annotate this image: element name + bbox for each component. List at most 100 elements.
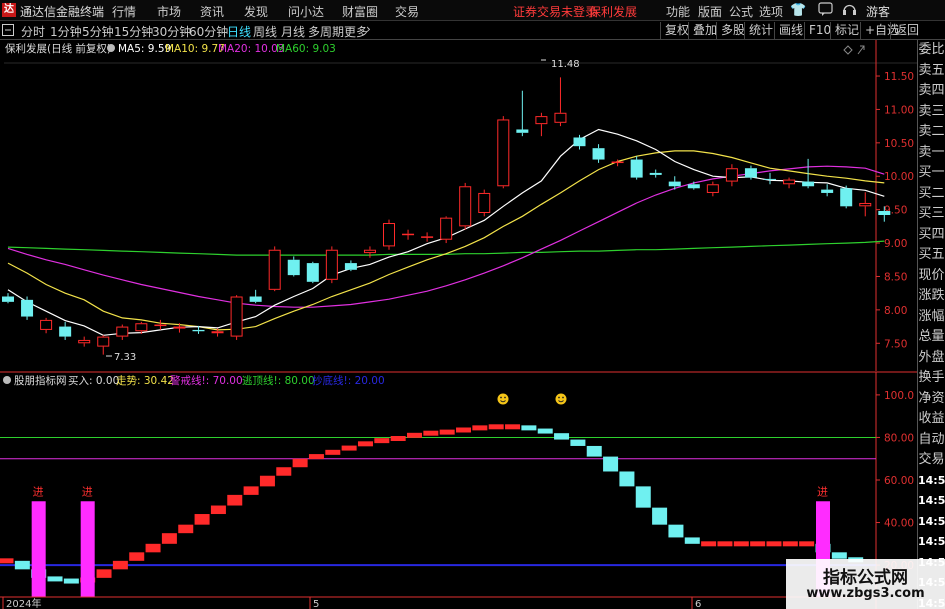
candle[interactable] (287, 256, 300, 277)
candlestick-series[interactable] (2, 77, 891, 355)
menu-item-formula[interactable]: 公式 (729, 3, 753, 20)
candle[interactable] (554, 77, 567, 127)
menu-item-options[interactable]: 选项 (759, 3, 783, 20)
menu-item-wealth-circle[interactable]: 财富圈 (342, 3, 378, 20)
quote-panel-item[interactable]: 换手 (918, 368, 945, 389)
shirt-icon[interactable]: 👕 (790, 3, 806, 18)
period-tab-multi[interactable]: 多周期 (308, 23, 344, 40)
candle[interactable] (725, 164, 738, 187)
candle[interactable] (59, 321, 72, 340)
quote-panel-item[interactable]: 卖三 (918, 102, 945, 123)
quote-panel-item[interactable]: 卖二 (918, 122, 945, 143)
back-button[interactable]: 返回 (890, 22, 923, 39)
quote-panel-item[interactable]: 总量 (918, 327, 945, 348)
mark-button[interactable]: 标记 (830, 22, 863, 39)
candle[interactable] (268, 246, 281, 292)
candle[interactable] (230, 295, 243, 340)
candle[interactable] (478, 189, 491, 217)
menu-item-quotes[interactable]: 行情 (112, 3, 136, 20)
quote-panel-item[interactable]: 交易 (918, 450, 945, 471)
candle[interactable] (783, 177, 796, 189)
candle[interactable] (821, 184, 834, 197)
period-tab-1min[interactable]: 1分钟 (50, 23, 82, 40)
candle[interactable] (516, 90, 529, 137)
quote-panel-item[interactable]: 净资 (918, 389, 945, 410)
candle[interactable] (592, 144, 605, 163)
candle[interactable] (402, 229, 415, 240)
candle[interactable] (306, 261, 319, 284)
period-tab-daily[interactable]: 日线 (227, 23, 251, 40)
price-panel[interactable]: 11.5011.0010.5010.009.509.008.508.007.50… (2, 40, 917, 371)
candle[interactable] (21, 296, 34, 320)
menu-item-news[interactable]: 资讯 (200, 3, 224, 20)
headset-icon[interactable] (842, 2, 857, 19)
candle[interactable] (459, 182, 472, 230)
quote-panel-item[interactable]: 卖五 (918, 61, 945, 82)
quote-panel-item[interactable]: 涨跌 (918, 286, 945, 307)
menu-item-ask-xiaoda[interactable]: 问小达 (288, 3, 324, 20)
candle[interactable] (497, 116, 510, 189)
candle[interactable] (649, 169, 662, 178)
period-tab-60min[interactable]: 60分钟 (189, 23, 228, 40)
indicator-bars[interactable] (0, 424, 864, 584)
period-tab-5min[interactable]: 5分钟 (82, 23, 114, 40)
candle[interactable] (859, 192, 872, 217)
menu-item-trade[interactable]: 交易 (395, 3, 419, 20)
stats-button[interactable]: 统计 (744, 22, 777, 39)
trade-login-notice[interactable]: 证券交易未登录 (513, 3, 597, 20)
candle[interactable] (116, 324, 129, 340)
quote-panel-item[interactable]: 买四 (918, 225, 945, 246)
draw-line-button[interactable]: 画线 (774, 22, 807, 39)
menu-item-layout[interactable]: 版面 (698, 3, 722, 20)
candle[interactable] (2, 293, 14, 304)
panel-controls[interactable] (843, 45, 865, 55)
candle[interactable] (249, 289, 262, 304)
candle[interactable] (97, 335, 110, 355)
candle[interactable] (744, 165, 757, 180)
quote-panel-item[interactable]: 涨幅 (918, 307, 945, 328)
quote-panel-item[interactable]: 现价 (918, 266, 945, 287)
candle[interactable] (421, 232, 434, 242)
period-tab-more[interactable]: 更多 (344, 23, 368, 40)
candle[interactable] (706, 181, 719, 197)
quote-panel-item[interactable]: 买二 (918, 184, 945, 205)
candle[interactable] (535, 112, 548, 137)
quote-panel-item[interactable]: 买三 (918, 204, 945, 225)
quote-panel-item[interactable]: 14:56 (918, 512, 945, 533)
diamond-icon[interactable] (843, 45, 853, 55)
candle[interactable] (325, 246, 338, 284)
candle[interactable] (764, 172, 776, 185)
message-icon[interactable] (818, 2, 833, 19)
menu-item-function[interactable]: 功能 (666, 3, 690, 20)
quote-panel-item[interactable]: 14:56 (918, 532, 945, 553)
toolbar-toggle-icon[interactable] (2, 24, 14, 39)
quote-panel-item[interactable]: 自动 (918, 430, 945, 451)
settings-icon[interactable] (107, 44, 115, 52)
quote-panel-item[interactable]: 收益 (918, 409, 945, 430)
chart-area[interactable]: 11.5011.0010.5010.009.509.008.508.007.50… (0, 40, 917, 609)
quote-panel-item[interactable]: 买五 (918, 245, 945, 266)
period-tab-30min[interactable]: 30分钟 (152, 23, 191, 40)
quote-panel-item[interactable]: 14:56 (918, 491, 945, 512)
candle[interactable] (344, 260, 357, 272)
candle[interactable] (40, 317, 53, 334)
menu-item-discover[interactable]: 发现 (244, 3, 268, 20)
quote-panel-item[interactable]: 卖四 (918, 81, 945, 102)
candle[interactable] (383, 219, 395, 250)
menu-item-guest[interactable]: 游客 (866, 3, 890, 20)
candle[interactable] (840, 185, 853, 209)
period-tab-monthly[interactable]: 月线 (281, 23, 305, 40)
period-tab-15min[interactable]: 15分钟 (114, 23, 153, 40)
period-tab-weekly[interactable]: 周线 (253, 23, 277, 40)
quote-panel-item[interactable]: 卖一 (918, 143, 945, 164)
candle[interactable] (440, 216, 453, 244)
candle[interactable] (78, 336, 91, 347)
candle[interactable] (630, 156, 643, 180)
period-tab-intraday[interactable]: 分时 (21, 23, 45, 40)
quote-panel-item[interactable]: 委比 (918, 40, 945, 61)
quote-panel-item[interactable]: 外盘 (918, 348, 945, 369)
candle[interactable] (687, 181, 700, 190)
quote-panel-item[interactable]: 买一 (918, 163, 945, 184)
chevron-right-icon[interactable]: › (366, 22, 371, 36)
candle[interactable] (154, 319, 167, 330)
